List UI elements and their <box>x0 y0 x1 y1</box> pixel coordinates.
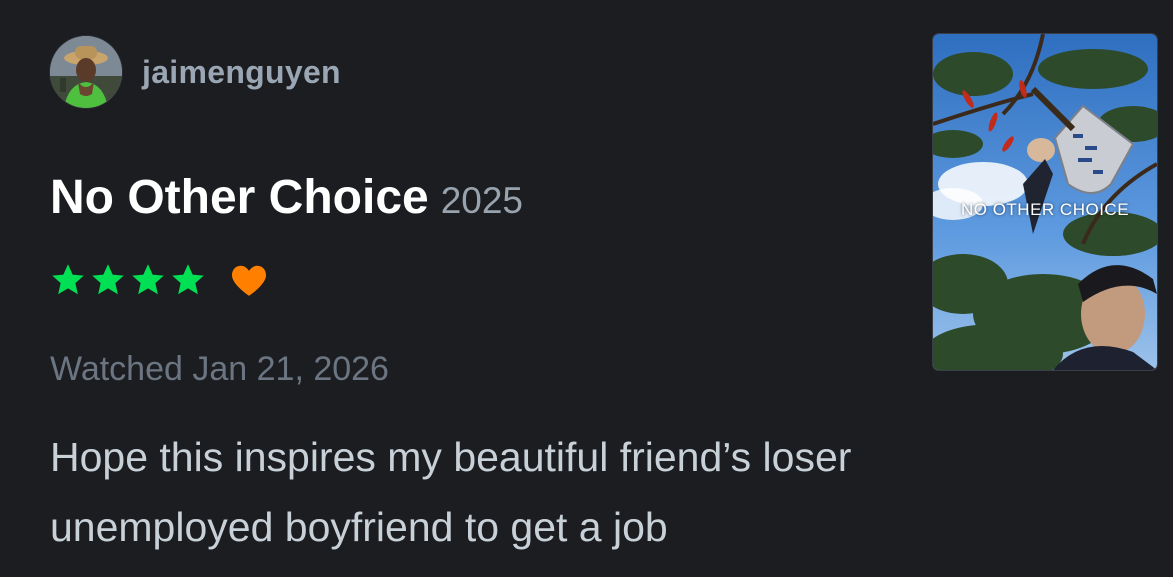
star-icon <box>172 264 204 295</box>
avatar-photo-icon <box>50 36 122 108</box>
star-icon <box>52 264 84 295</box>
watched-date: Watched Jan 21, 2026 <box>50 350 389 388</box>
poster-title-text: NO OTHER CHOICE <box>960 200 1130 219</box>
film-heading: No Other Choice 2025 <box>50 170 523 225</box>
film-poster[interactable]: NO OTHER CHOICE <box>933 34 1157 370</box>
film-title-link[interactable]: No Other Choice <box>50 170 429 225</box>
film-year-link[interactable]: 2025 <box>441 180 523 222</box>
rating <box>50 262 268 298</box>
heart-icon <box>231 265 267 296</box>
review-text: Hope this inspires my beautiful friend’s… <box>50 434 852 550</box>
user-avatar[interactable] <box>50 36 122 108</box>
star-icon <box>132 264 164 295</box>
review-author: jaimenguyen <box>50 36 341 108</box>
username-link[interactable]: jaimenguyen <box>142 54 341 91</box>
review-card: jaimenguyen No Other Choice 2025 Watched… <box>0 0 1173 577</box>
star-icon <box>92 264 124 295</box>
